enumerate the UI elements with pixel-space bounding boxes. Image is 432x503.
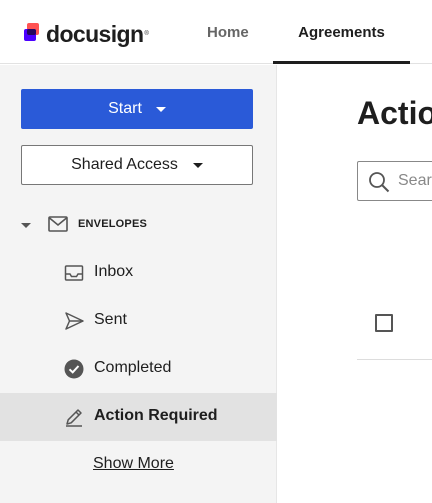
start-button-label: Start [108, 100, 142, 117]
nav-tab-home[interactable]: Home [207, 0, 249, 64]
sidebar-item-inbox[interactable]: Inbox [0, 249, 277, 297]
collapse-toggle-icon[interactable] [21, 223, 31, 228]
sidebar-item-label: Inbox [94, 263, 134, 280]
docusign-logo[interactable]: docusign ® [24, 21, 149, 47]
logo-trademark: ® [144, 31, 149, 37]
search-box[interactable] [357, 161, 432, 201]
search-icon [368, 171, 390, 198]
sidebar-item-label: Action Required [94, 407, 218, 424]
row-divider [357, 359, 432, 360]
sidebar-item-completed[interactable]: Completed [0, 345, 277, 393]
sidebar-item-label: Completed [94, 359, 172, 376]
start-button[interactable]: Start [21, 89, 253, 129]
nav-tab-agreements[interactable]: Agreements [273, 0, 410, 64]
envelopes-section-header[interactable]: ENVELOPES [0, 213, 277, 237]
envelopes-label: ENVELOPES [78, 218, 148, 230]
top-header: docusign ® Home Agreements [0, 0, 432, 64]
check-circle-icon [64, 359, 84, 379]
envelope-icon [48, 216, 68, 237]
docusign-logo-mark [24, 23, 42, 45]
select-all-checkbox[interactable] [375, 314, 393, 332]
page-title: Actio [357, 95, 432, 131]
chevron-down-icon [155, 106, 166, 112]
sidebar-item-label: Sent [94, 311, 127, 328]
main-content: Actio [277, 65, 432, 503]
chevron-down-icon [192, 162, 203, 168]
shared-access-button[interactable]: Shared Access [21, 145, 253, 185]
logo-text: docusign [46, 20, 144, 47]
sidebar-item-sent[interactable]: Sent [0, 297, 277, 345]
pen-icon [64, 407, 84, 427]
shared-access-label: Shared Access [71, 156, 178, 173]
inbox-icon [64, 263, 84, 283]
sidebar-item-action-required[interactable]: Action Required [0, 393, 277, 441]
send-icon [64, 311, 84, 331]
sidebar: Start Shared Access ENVELOPES Inbox Sent… [0, 65, 277, 503]
show-more-link[interactable]: Show More [93, 455, 174, 473]
search-input[interactable] [398, 170, 432, 192]
